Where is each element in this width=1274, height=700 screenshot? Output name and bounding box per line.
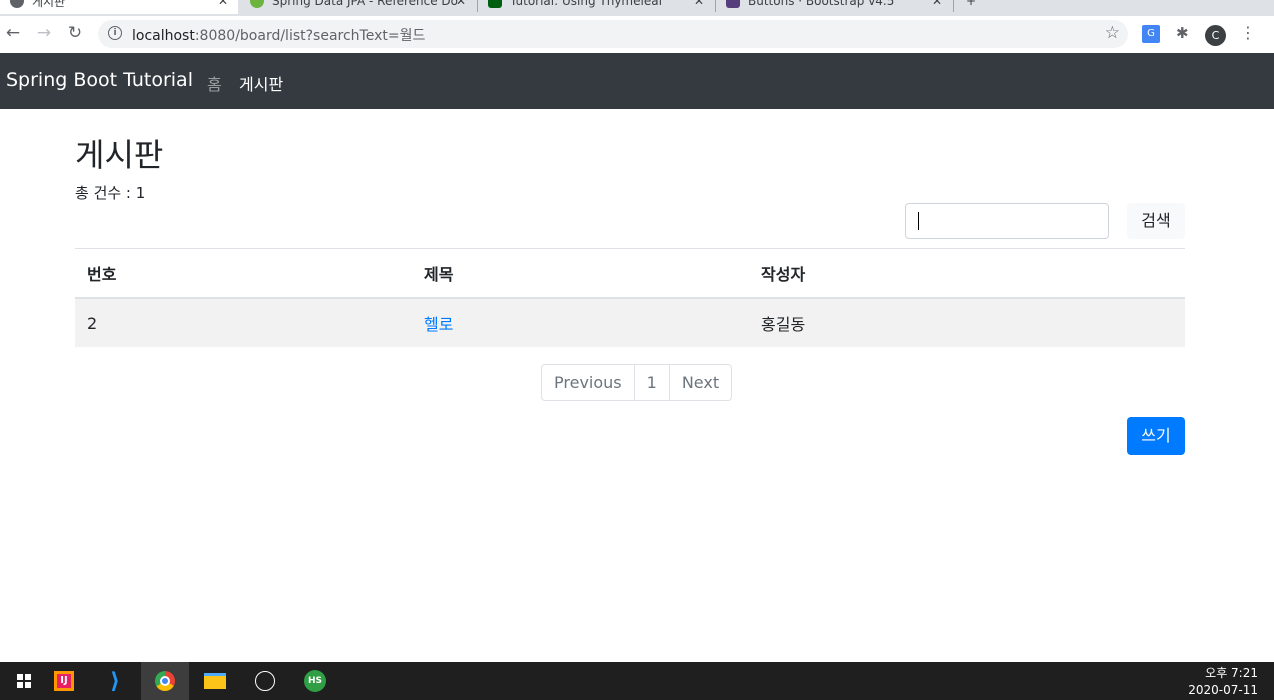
chrome-taskbar-button[interactable]: [141, 662, 189, 700]
tab-title: 게시판: [32, 0, 66, 9]
plus-icon: +: [966, 0, 977, 8]
reload-icon[interactable]: ↻: [64, 23, 86, 43]
new-tab-button[interactable]: +: [966, 0, 976, 14]
nav-link-home[interactable]: 홈: [207, 71, 222, 95]
tab-title: Spring Data JPA - Reference Do: [272, 0, 459, 8]
tab-separator: [953, 0, 954, 12]
header-author: 작성자: [749, 248, 1185, 299]
url-text[interactable]: localhost:8080/board/list?searchText=월드: [132, 25, 425, 45]
nav-link-board[interactable]: 게시판: [239, 71, 283, 95]
globe-icon: [10, 0, 24, 8]
header-title: 제목: [412, 248, 749, 299]
obs-icon: [255, 671, 275, 691]
intellij-taskbar-button[interactable]: IJ: [40, 662, 88, 700]
folder-icon: [204, 673, 226, 689]
chrome-icon: [155, 671, 175, 691]
post-title-link[interactable]: 헬로: [424, 315, 453, 334]
obs-taskbar-button[interactable]: [241, 662, 289, 700]
site-navbar: Spring Boot Tutorial 홈 게시판: [0, 53, 1274, 109]
info-icon[interactable]: i: [108, 26, 122, 40]
back-arrow-icon[interactable]: ←: [2, 23, 24, 43]
cell-author: 홍길동: [749, 298, 1185, 347]
clock-time: 오후 7:21: [1205, 666, 1258, 680]
tab-title: Buttons · Bootstrap v4.5: [748, 0, 895, 8]
hs-taskbar-button[interactable]: HS: [291, 662, 339, 700]
close-icon[interactable]: ✕: [456, 0, 466, 8]
search-button[interactable]: 검색: [1127, 203, 1185, 239]
forward-arrow-icon[interactable]: →: [33, 23, 55, 43]
header-number: 번호: [75, 248, 412, 299]
pagination-previous[interactable]: Previous: [541, 364, 635, 401]
table-header-row: 번호 제목 작성자: [75, 248, 1185, 299]
tab-thymeleaf[interactable]: Tutorial: Using Thymeleaf ✕: [478, 0, 714, 14]
pagination-next[interactable]: Next: [669, 364, 733, 401]
tab-board[interactable]: 게시판 ✕: [0, 0, 238, 14]
browser-toolbar: ← → ↻ i localhost:8080/board/list?search…: [0, 16, 1274, 53]
tab-bootstrap[interactable]: Buttons · Bootstrap v4.5 ✕: [716, 0, 952, 14]
pagination-page-1[interactable]: 1: [634, 364, 670, 401]
spring-icon: [250, 0, 264, 8]
bootstrap-icon: [726, 0, 740, 8]
tab-title: Tutorial: Using Thymeleaf: [510, 0, 663, 8]
thymeleaf-icon: [488, 0, 502, 8]
close-icon[interactable]: ✕: [694, 0, 704, 8]
cell-title: 헬로: [412, 298, 749, 347]
system-clock[interactable]: 오후 7:21 2020-07-11: [1188, 665, 1258, 699]
clock-date: 2020-07-11: [1188, 683, 1258, 697]
close-icon[interactable]: ✕: [218, 0, 228, 8]
page-title: 게시판: [75, 136, 164, 174]
hs-icon: HS: [304, 670, 326, 692]
total-count: 총 건수 : 1: [75, 184, 146, 202]
text-caret: [918, 212, 919, 230]
vscode-icon: ⟩: [109, 668, 121, 694]
navbar-brand[interactable]: Spring Boot Tutorial: [6, 69, 193, 91]
table-row: 2 헬로 홍길동: [75, 298, 1185, 347]
vscode-taskbar-button[interactable]: ⟩: [91, 662, 139, 700]
intellij-icon: IJ: [54, 671, 74, 691]
board-table: 번호 제목 작성자 2 헬로 홍길동: [75, 248, 1185, 347]
more-menu-icon[interactable]: ⋮: [1240, 23, 1256, 42]
tab-spring-data[interactable]: Spring Data JPA - Reference Do ✕: [240, 0, 476, 14]
bookmark-star-icon[interactable]: ☆: [1105, 23, 1120, 43]
search-input[interactable]: [905, 203, 1109, 239]
windows-logo-icon: [17, 674, 31, 688]
profile-avatar[interactable]: C: [1205, 25, 1226, 46]
translate-extension-icon[interactable]: G: [1142, 25, 1160, 43]
write-button[interactable]: 쓰기: [1127, 417, 1185, 455]
address-bar[interactable]: i localhost:8080/board/list?searchText=월…: [98, 20, 1128, 48]
close-icon[interactable]: ✕: [932, 0, 942, 8]
pagination: Previous 1 Next: [541, 364, 733, 401]
windows-taskbar: IJ ⟩ HS 오후 7:21 2020-07-11: [0, 662, 1274, 700]
cell-number: 2: [75, 298, 412, 347]
browser-tab-strip: 게시판 ✕ Spring Data JPA - Reference Do ✕ T…: [0, 0, 1274, 16]
file-explorer-taskbar-button[interactable]: [191, 662, 239, 700]
extensions-puzzle-icon[interactable]: ✱: [1176, 24, 1189, 42]
